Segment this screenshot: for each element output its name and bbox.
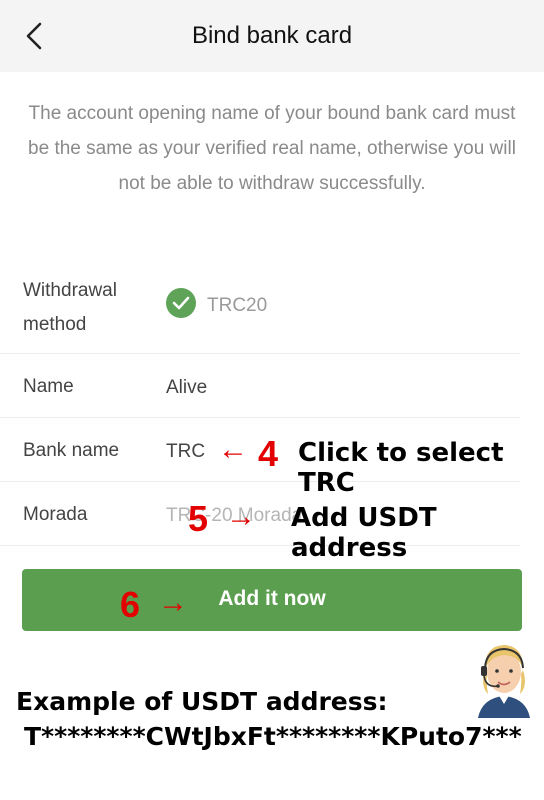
example-address: T********CWtJbxFt********KPuto7*** (24, 722, 522, 751)
add-it-now-button[interactable]: Add it now (22, 569, 522, 631)
annotation-number-4: 4 (258, 433, 279, 474)
check-circle-icon[interactable] (166, 288, 196, 318)
name-row: Name Alive (0, 354, 520, 418)
header-bar: Bind bank card (0, 0, 544, 72)
annotation-number-5: 5 (188, 498, 209, 539)
page-title: Bind bank card (191, 22, 353, 49)
notice-text: The account opening name of your bound b… (28, 103, 516, 194)
bank-name-label: Bank name (23, 440, 120, 461)
bank-name-value[interactable]: TRC (166, 441, 205, 463)
support-agent-avatar (478, 645, 530, 718)
annotation-text-4: Click to select TRC (298, 438, 504, 498)
example-title: Example of USDT address: (16, 687, 388, 716)
annotation-text-5: Add USDT address (291, 503, 437, 563)
annotation-arrow-6: → (158, 586, 188, 619)
name-value: Alive (166, 377, 208, 398)
name-label: Name (23, 376, 74, 397)
withdrawal-method-label: Withdrawal method (23, 280, 117, 335)
withdrawal-method-row[interactable]: Withdrawal method TRC20 (0, 262, 520, 354)
annotation-number-6: 6 (120, 584, 141, 625)
withdrawal-method-value: TRC20 (207, 295, 268, 316)
morada-label: Morada (23, 504, 88, 525)
annotation-arrow-4: ← (218, 433, 248, 466)
annotation-arrow-5: → (226, 500, 256, 533)
add-button-label: Add it now (218, 587, 326, 610)
